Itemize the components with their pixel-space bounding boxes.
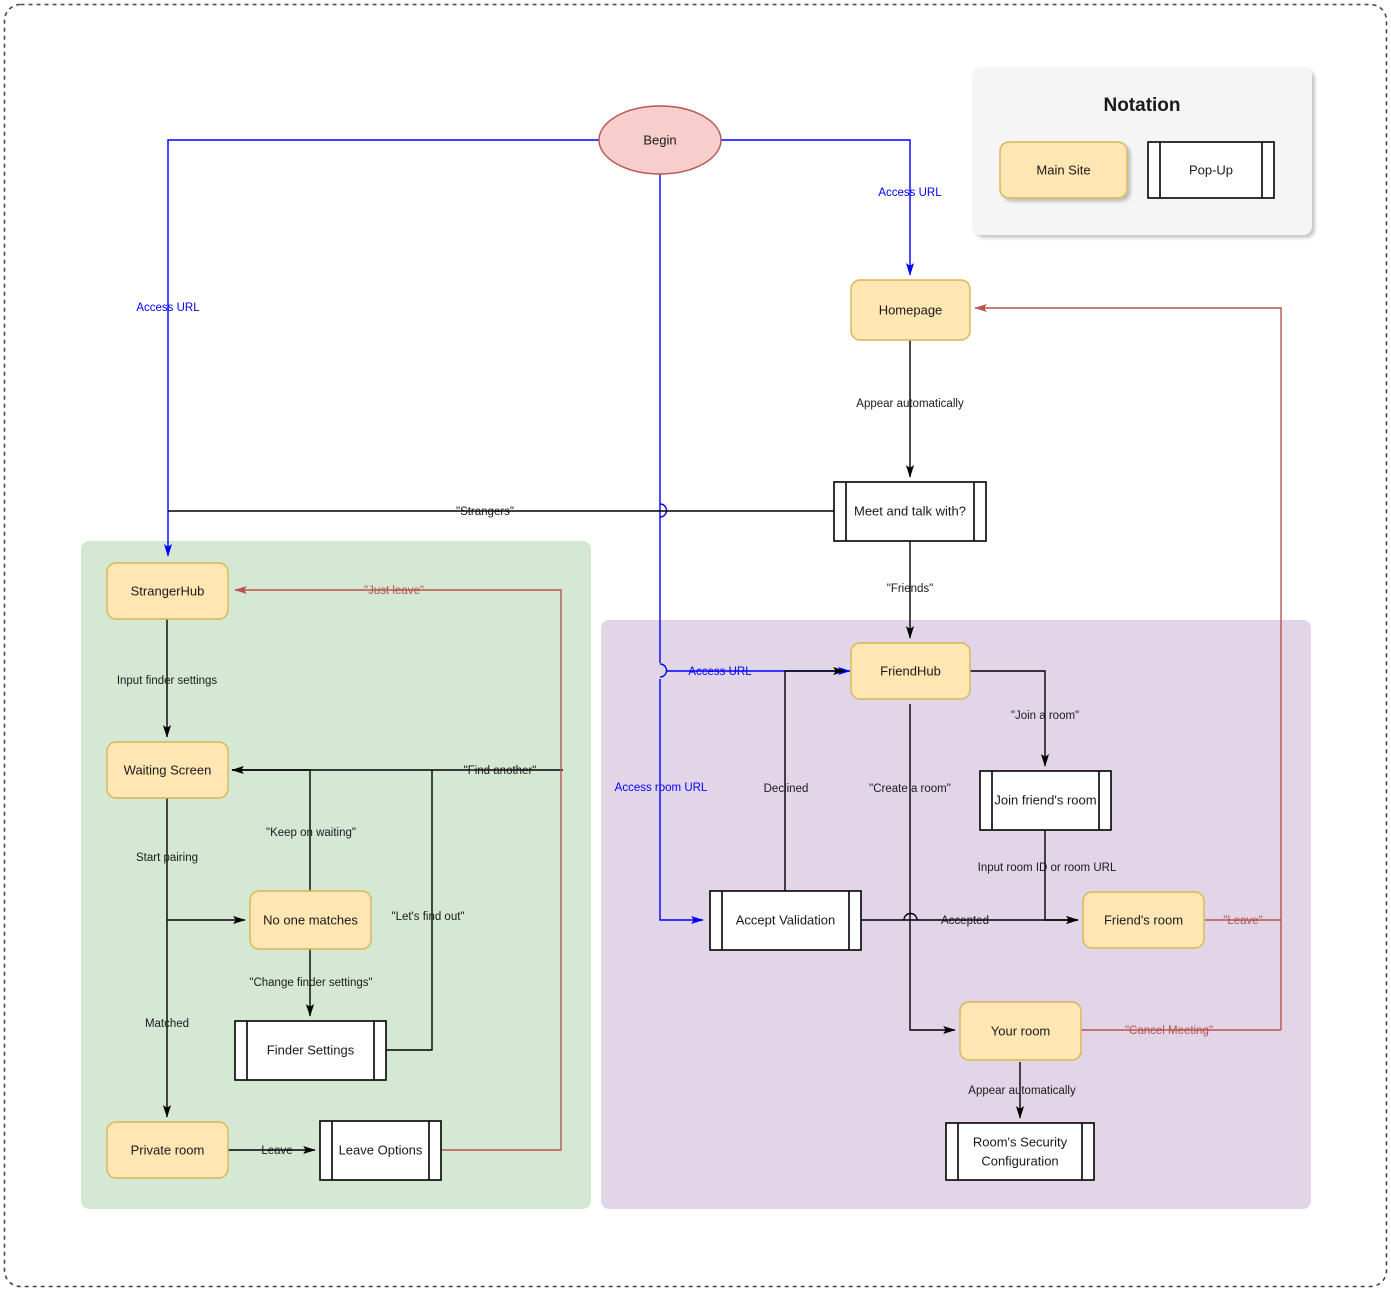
node-your-room-label: Your room bbox=[991, 1024, 1051, 1039]
node-homepage[interactable]: Homepage bbox=[850, 279, 971, 341]
node-meet-and-talk[interactable]: Meet and talk with? bbox=[833, 481, 987, 542]
flowchart-canvas: Notation Main Site Pop-Up Access URL Acc… bbox=[0, 0, 1391, 1291]
node-waiting-screen-label: Waiting Screen bbox=[124, 763, 212, 778]
node-begin-label: Begin bbox=[643, 133, 676, 148]
node-no-one-matches-label: No one matches bbox=[263, 913, 358, 928]
node-homepage-label: Homepage bbox=[879, 303, 943, 318]
node-strangerhub-label: StrangerHub bbox=[131, 584, 205, 599]
node-finder-settings[interactable]: Finder Settings bbox=[234, 1020, 387, 1081]
edge-label-leave-friends-room: "Leave" bbox=[1223, 915, 1263, 927]
edge-label-access-room-url: Access room URL bbox=[615, 782, 708, 794]
node-waiting-screen[interactable]: Waiting Screen bbox=[106, 741, 229, 799]
notation-main-site-label: Main Site bbox=[1036, 163, 1090, 178]
edge-label-lets-find-out: "Let's find out" bbox=[391, 911, 464, 923]
edge-label-start-pairing: Start pairing bbox=[136, 852, 198, 864]
edge-label-access-url-right: Access URL bbox=[878, 187, 942, 199]
node-room-security-line1: Room's Security bbox=[973, 1135, 1068, 1150]
edge-begin-to-homepage bbox=[721, 139, 915, 276]
node-friendhub[interactable]: FriendHub bbox=[850, 642, 971, 700]
flowchart-svg: Notation Main Site Pop-Up Access URL Acc… bbox=[3, 3, 1388, 1288]
edge-label-appear-automatically-home: Appear automatically bbox=[856, 398, 964, 410]
edge-label-accepted: Accepted bbox=[941, 915, 989, 927]
node-your-room[interactable]: Your room bbox=[959, 1001, 1082, 1061]
notation-panel: Notation Main Site Pop-Up bbox=[972, 67, 1312, 235]
edge-label-keep-on-waiting: "Keep on waiting" bbox=[266, 827, 356, 839]
node-leave-options-label: Leave Options bbox=[339, 1143, 423, 1158]
node-no-one-matches[interactable]: No one matches bbox=[249, 890, 372, 950]
notation-popup-label: Pop-Up bbox=[1189, 163, 1233, 178]
edge-label-cancel-meeting: "Cancel Meeting" bbox=[1125, 1025, 1213, 1037]
node-friendhub-label: FriendHub bbox=[880, 664, 941, 679]
edge-label-access-url-friendhub: Access URL bbox=[688, 666, 752, 678]
strangers-group-container bbox=[81, 541, 591, 1209]
edge-label-just-leave: "Just leave" bbox=[364, 585, 424, 597]
edge-label-input-finder-settings: Input finder settings bbox=[117, 675, 218, 687]
node-room-security-configuration[interactable]: Room's Security Configuration bbox=[945, 1122, 1095, 1181]
edge-begin-to-strangerhub bbox=[163, 139, 600, 557]
node-meet-and-talk-label: Meet and talk with? bbox=[854, 504, 966, 519]
notation-title: Notation bbox=[1103, 95, 1180, 116]
notation-popup-sample: Pop-Up bbox=[1147, 141, 1275, 199]
edge-label-find-another: "Find another" bbox=[464, 765, 537, 777]
edge-label-declined: Declined bbox=[764, 783, 809, 795]
node-private-room[interactable]: Private room bbox=[106, 1121, 229, 1179]
edge-label-leave: Leave bbox=[261, 1145, 292, 1157]
edge-label-friends: "Friends" bbox=[887, 583, 934, 595]
node-accept-validation-label: Accept Validation bbox=[736, 913, 836, 928]
edge-label-create-a-room: "Create a room" bbox=[869, 783, 951, 795]
node-accept-validation[interactable]: Accept Validation bbox=[709, 890, 862, 951]
node-begin[interactable]: Begin bbox=[598, 105, 722, 175]
edge-label-join-a-room: "Join a room" bbox=[1011, 710, 1079, 722]
node-private-room-label: Private room bbox=[131, 1143, 205, 1158]
node-strangerhub[interactable]: StrangerHub bbox=[106, 562, 229, 620]
node-join-friends-room-label: Join friend's room bbox=[994, 793, 1096, 808]
node-leave-options[interactable]: Leave Options bbox=[319, 1120, 442, 1181]
edge-label-input-room-id: Input room ID or room URL bbox=[978, 862, 1117, 874]
edge-label-access-url-left: Access URL bbox=[136, 302, 200, 314]
edge-label-strangers: "Strangers" bbox=[456, 506, 514, 518]
node-friends-room-label: Friend's room bbox=[1104, 913, 1183, 928]
node-room-security-line2: Configuration bbox=[981, 1154, 1058, 1169]
node-friends-room[interactable]: Friend's room bbox=[1082, 891, 1205, 949]
edge-label-change-finder-settings: "Change finder settings" bbox=[249, 977, 372, 989]
edge-label-appear-automatically-room: Appear automatically bbox=[968, 1085, 1076, 1097]
notation-main-site-sample: Main Site bbox=[999, 141, 1128, 199]
edge-label-matched: Matched bbox=[145, 1018, 189, 1030]
node-join-friends-room[interactable]: Join friend's room bbox=[979, 770, 1112, 831]
node-finder-settings-label: Finder Settings bbox=[267, 1043, 355, 1058]
